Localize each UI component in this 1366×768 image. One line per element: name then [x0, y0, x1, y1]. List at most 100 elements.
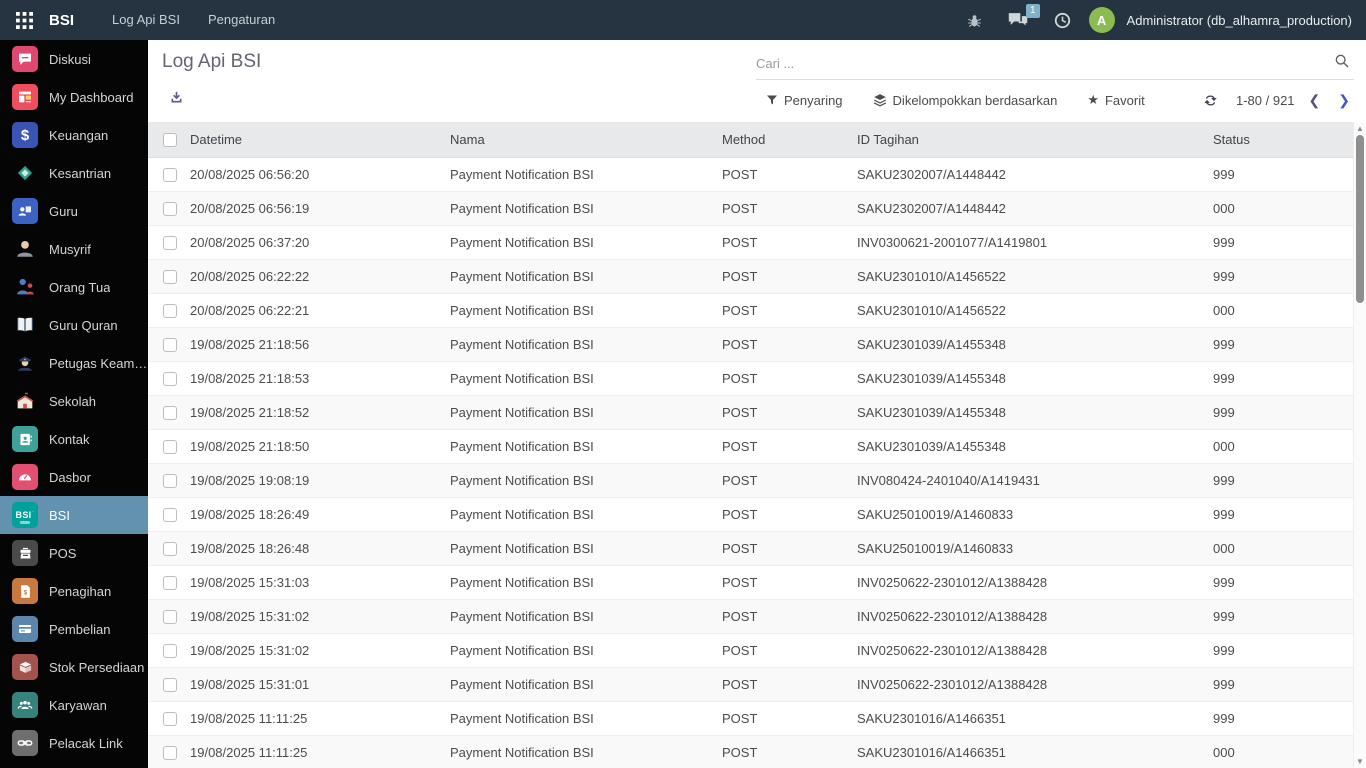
vertical-scrollbar[interactable]: ▲ ▼	[1353, 122, 1366, 768]
search-input[interactable]	[756, 56, 1330, 71]
row-checkbox[interactable]	[163, 677, 177, 692]
table-row[interactable]: 19/08/2025 15:31:01 Payment Notification …	[148, 668, 1366, 702]
row-checkbox[interactable]	[163, 201, 177, 216]
sidebar-item-stok-persediaan[interactable]: Stok Persediaan	[0, 648, 148, 686]
column-header-datetime[interactable]: Datetime	[190, 132, 450, 147]
table-row[interactable]: 20/08/2025 06:56:20 Payment Notification …	[148, 158, 1366, 192]
apps-grid-icon[interactable]	[16, 11, 33, 29]
debug-bug-icon[interactable]	[959, 9, 990, 32]
cell-status: 999	[1213, 405, 1235, 420]
sidebar-item-label: Kontak	[49, 431, 90, 447]
row-checkbox[interactable]	[163, 473, 177, 488]
row-checkbox[interactable]	[163, 711, 177, 726]
log-list-table: Datetime Nama Method ID Tagihan Status 20/08…	[148, 122, 1366, 768]
table-row[interactable]: 19/08/2025 15:31:02 Payment Notification …	[148, 634, 1366, 668]
user-menu[interactable]: Administrator (db_alhamra_production)	[1127, 13, 1352, 28]
sidebar-item-pelacak-link[interactable]: Pelacak Link	[0, 724, 148, 762]
sidebar-item-diskusi[interactable]: Diskusi	[0, 40, 148, 78]
sidebar-item-kontak[interactable]: Kontak	[0, 420, 148, 458]
apps-sidebar: Diskusi My Dashboard $ Keuangan Kesantrian Gu…	[0, 40, 148, 768]
sidebar-item-orang-tua[interactable]: Orang Tua	[0, 268, 148, 306]
row-checkbox[interactable]	[163, 371, 177, 386]
cell-status: 999	[1213, 575, 1235, 590]
scrollbar-thumb[interactable]	[1356, 135, 1364, 303]
topbar-right-tools: 1 A Administrator (db_alhamra_production…	[959, 4, 1366, 33]
sidebar-item-pembelian[interactable]: Pembelian	[0, 610, 148, 648]
row-checkbox[interactable]	[163, 235, 177, 250]
row-checkbox[interactable]	[163, 337, 177, 352]
table-row[interactable]: 19/08/2025 11:11:25 Payment Notification …	[148, 736, 1366, 768]
sidebar-item-keuangan[interactable]: $ Keuangan	[0, 116, 148, 154]
sidebar-item-guru[interactable]: Guru	[0, 192, 148, 230]
filters-button[interactable]: Penyaring	[766, 93, 843, 108]
scroll-up-icon[interactable]: ▲	[1354, 124, 1366, 133]
activity-clock-icon[interactable]	[1046, 8, 1079, 33]
pager-previous-icon[interactable]: ❮	[1305, 92, 1325, 109]
sidebar-item-bsi[interactable]: BSI· BSI	[0, 496, 148, 534]
table-row[interactable]: 20/08/2025 06:22:21 Payment Notification …	[148, 294, 1366, 328]
column-header-status[interactable]: Status	[1213, 132, 1366, 147]
cell-datetime: 20/08/2025 06:37:20	[190, 235, 310, 250]
cell-method: POST	[722, 473, 758, 488]
sidebar-item-penagihan[interactable]: $ Penagihan	[0, 572, 148, 610]
sidebar-item-guru-quran[interactable]: Guru Quran	[0, 306, 148, 344]
cell-id-tagihan: SAKU2301039/A1455348	[857, 439, 1006, 454]
table-row[interactable]: 20/08/2025 06:37:20 Payment Notification …	[148, 226, 1366, 260]
sidebar-item-karyawan[interactable]: Karyawan	[0, 686, 148, 724]
table-row[interactable]: 19/08/2025 15:31:02 Payment Notification …	[148, 600, 1366, 634]
cell-status: 999	[1213, 643, 1235, 658]
row-checkbox[interactable]	[163, 439, 177, 454]
row-checkbox[interactable]	[163, 303, 177, 318]
column-header-nama[interactable]: Nama	[450, 132, 722, 147]
table-row[interactable]: 19/08/2025 21:18:53 Payment Notification …	[148, 362, 1366, 396]
cell-method: POST	[722, 439, 758, 454]
table-row[interactable]: 19/08/2025 19:08:19 Payment Notification …	[148, 464, 1366, 498]
table-row[interactable]: 19/08/2025 21:18:50 Payment Notification …	[148, 430, 1366, 464]
row-checkbox[interactable]	[163, 167, 177, 182]
table-row[interactable]: 19/08/2025 18:26:48 Payment Notification …	[148, 532, 1366, 566]
sidebar-item-label: Guru	[49, 203, 78, 219]
favorites-button[interactable]: ★ Favorit	[1087, 92, 1144, 108]
scroll-down-icon[interactable]: ▼	[1354, 757, 1366, 766]
menu-pengaturan[interactable]: Pengaturan	[194, 0, 289, 40]
cell-datetime: 19/08/2025 15:31:02	[190, 643, 310, 658]
sidebar-item-label: POS	[49, 545, 77, 561]
sidebar-item-label: Diskusi	[49, 51, 91, 67]
menu-log-api-bsi[interactable]: Log Api BSI	[98, 0, 194, 40]
table-row[interactable]: 19/08/2025 18:26:49 Payment Notification …	[148, 498, 1366, 532]
row-checkbox[interactable]	[163, 609, 177, 624]
sidebar-item-pos[interactable]: POS	[0, 534, 148, 572]
table-row[interactable]: 19/08/2025 15:31:03 Payment Notification …	[148, 566, 1366, 600]
refresh-icon[interactable]	[1203, 93, 1218, 108]
sidebar-item-my-dashboard[interactable]: My Dashboard	[0, 78, 148, 116]
row-checkbox[interactable]	[163, 643, 177, 658]
row-checkbox[interactable]	[163, 405, 177, 420]
sidebar-item-petugas-keam[interactable]: Petugas Keam…	[0, 344, 148, 382]
row-checkbox[interactable]	[163, 269, 177, 284]
table-row[interactable]: 19/08/2025 21:18:56 Payment Notification …	[148, 328, 1366, 362]
table-row[interactable]: 20/08/2025 06:56:19 Payment Notification …	[148, 192, 1366, 226]
search-icon[interactable]	[1330, 51, 1354, 76]
row-checkbox[interactable]	[163, 541, 177, 556]
table-row[interactable]: 19/08/2025 11:11:25 Payment Notification …	[148, 702, 1366, 736]
user-avatar[interactable]: A	[1088, 7, 1115, 33]
group-by-button[interactable]: Dikelompokkan berdasarkan	[873, 93, 1057, 108]
sidebar-item-dasbor[interactable]: Dasbor	[0, 458, 148, 496]
row-checkbox[interactable]	[163, 745, 177, 760]
cell-id-tagihan: INV080424-2401040/A1419431	[857, 473, 1040, 488]
sidebar-item-musyrif[interactable]: Musyrif	[0, 230, 148, 268]
table-row[interactable]: 20/08/2025 06:22:22 Payment Notification …	[148, 260, 1366, 294]
row-checkbox[interactable]	[163, 575, 177, 590]
pager-next-icon[interactable]: ❯	[1334, 92, 1354, 109]
sidebar-item-label: Pelacak Link	[49, 735, 123, 751]
sidebar-item-kesantrian[interactable]: Kesantrian	[0, 154, 148, 192]
column-header-method[interactable]: Method	[722, 132, 857, 147]
row-checkbox[interactable]	[163, 507, 177, 522]
export-download-icon[interactable]	[169, 90, 184, 110]
column-header-id-tagihan[interactable]: ID Tagihan	[857, 132, 1213, 147]
table-row[interactable]: 19/08/2025 21:18:52 Payment Notification …	[148, 396, 1366, 430]
current-app-name[interactable]: BSI	[49, 12, 74, 29]
select-all-checkbox[interactable]	[163, 132, 177, 147]
messages-icon[interactable]: 1	[1000, 4, 1040, 32]
sidebar-item-sekolah[interactable]: Sekolah	[0, 382, 148, 420]
